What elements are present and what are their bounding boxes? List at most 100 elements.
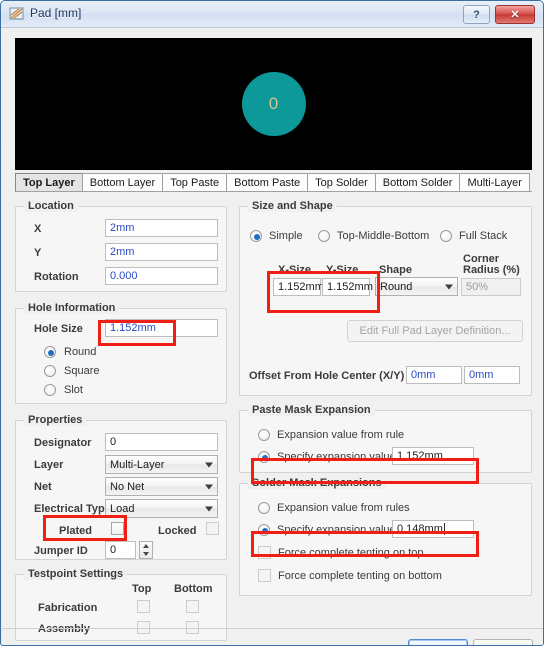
jumper-id-value: 0 bbox=[110, 544, 117, 556]
tab-bottom-solder[interactable]: Bottom Solder bbox=[374, 173, 461, 191]
locked-label: Locked bbox=[158, 525, 197, 537]
properties-group: Properties Designator 0 Layer Multi-Laye… bbox=[15, 414, 227, 560]
hole-size-label: Hole Size bbox=[34, 323, 83, 335]
ok-button[interactable]: OK bbox=[408, 639, 468, 645]
shape-header: Shape bbox=[379, 264, 413, 276]
force-tenting-top-checkbox[interactable] bbox=[258, 546, 271, 559]
stepper-down[interactable] bbox=[140, 550, 152, 558]
pad-preview-shape: 0 bbox=[241, 72, 306, 136]
stepper-up[interactable] bbox=[140, 542, 152, 550]
layer-value: Multi-Layer bbox=[110, 458, 165, 471]
paste-mask-value-input[interactable]: 1.152mm bbox=[392, 447, 474, 465]
chevron-down-icon bbox=[205, 506, 213, 511]
testpoint-assembly-label: Assembly bbox=[38, 623, 90, 635]
hole-shape-round-label: Round bbox=[64, 346, 97, 358]
tab-top-solder[interactable]: Top Solder bbox=[307, 173, 376, 191]
pad-preview: 0 bbox=[15, 38, 532, 170]
corner-radius-input[interactable]: 50% bbox=[461, 278, 521, 296]
size-and-shape-group: Size and Shape Simple Top-Middle-Bottom … bbox=[239, 200, 532, 396]
shape-combo[interactable]: Round bbox=[375, 277, 458, 296]
hole-size-input[interactable]: 1.152mm bbox=[105, 319, 218, 337]
size-mode-full-stack-label: Full Stack bbox=[459, 230, 508, 242]
force-tenting-bottom-checkbox[interactable] bbox=[258, 569, 271, 582]
corner-radius-header-line2: Radius (%) bbox=[463, 264, 520, 276]
tab-label: Top Layer bbox=[23, 176, 75, 189]
plated-label: Plated bbox=[59, 525, 93, 537]
tab-label: Multi-Layer bbox=[467, 176, 522, 189]
y-size-input[interactable]: 1.152mm bbox=[322, 278, 373, 296]
tab-label: Bottom Layer bbox=[89, 176, 156, 189]
tab-multi-layer[interactable]: Multi-Layer bbox=[459, 173, 530, 191]
tab-label: Bottom Paste bbox=[234, 176, 301, 189]
tab-bottom-paste[interactable]: Bottom Paste bbox=[226, 173, 309, 191]
force-tenting-bottom-label: Force complete tenting on bottom bbox=[278, 570, 442, 582]
hole-size-value: 1.152mm bbox=[110, 322, 156, 334]
size-mode-tmb-radio[interactable] bbox=[318, 230, 330, 242]
electrical-type-combo[interactable]: Load bbox=[105, 499, 218, 518]
layer-combo[interactable]: Multi-Layer bbox=[105, 455, 218, 474]
rotation-input[interactable]: 0.000 bbox=[105, 267, 218, 285]
title-bar: Pad [mm] ? ✕ bbox=[1, 1, 543, 28]
tab-bottom-layer[interactable]: Bottom Layer bbox=[81, 173, 164, 191]
y-label: Y bbox=[34, 247, 42, 259]
size-mode-tmb-label: Top-Middle-Bottom bbox=[337, 230, 430, 242]
hole-shape-slot-radio[interactable] bbox=[44, 384, 56, 396]
help-button[interactable]: ? bbox=[463, 5, 490, 24]
paste-mask-from-rule-radio[interactable] bbox=[258, 429, 270, 441]
designator-input[interactable]: 0 bbox=[105, 433, 218, 451]
testpoint-top-header: Top bbox=[132, 583, 152, 595]
y-size-value: 1.152mm bbox=[327, 281, 373, 293]
x-size-header: X-Size bbox=[278, 264, 312, 276]
offset-x-input[interactable]: 0mm bbox=[406, 366, 462, 384]
paste-mask-specify-label: Specify expansion value bbox=[277, 451, 396, 463]
designator-label: Designator bbox=[34, 437, 92, 449]
window-title: Pad [mm] bbox=[30, 6, 82, 20]
offset-from-hole-center-label: Offset From Hole Center (X/Y) bbox=[249, 370, 405, 382]
plated-checkbox[interactable] bbox=[111, 522, 124, 535]
corner-radius-value: 50% bbox=[466, 281, 489, 293]
solder-mask-from-rules-radio[interactable] bbox=[258, 502, 270, 514]
chevron-down-icon bbox=[143, 552, 149, 556]
size-and-shape-legend: Size and Shape bbox=[248, 200, 337, 212]
x-size-input[interactable]: 1.152mm bbox=[273, 278, 324, 296]
testpoint-fabrication-label: Fabrication bbox=[38, 602, 98, 614]
net-combo[interactable]: No Net bbox=[105, 477, 218, 496]
location-legend: Location bbox=[24, 200, 78, 212]
testpoint-legend: Testpoint Settings bbox=[24, 568, 128, 580]
properties-legend: Properties bbox=[24, 414, 87, 426]
hole-shape-round-radio[interactable] bbox=[44, 346, 56, 358]
offset-y-value: 0mm bbox=[469, 369, 494, 381]
y-input[interactable]: 2mm bbox=[105, 243, 218, 261]
rotation-value: 0.000 bbox=[110, 270, 138, 282]
x-label: X bbox=[34, 223, 42, 235]
cancel-button[interactable]: Cancel bbox=[473, 639, 533, 645]
chevron-down-icon bbox=[205, 462, 213, 467]
hole-shape-square-radio[interactable] bbox=[44, 365, 56, 377]
size-mode-full-stack-radio[interactable] bbox=[440, 230, 452, 242]
jumper-id-stepper[interactable] bbox=[139, 541, 153, 559]
paste-mask-specify-radio[interactable] bbox=[258, 451, 270, 463]
tab-top-paste[interactable]: Top Paste bbox=[162, 173, 228, 191]
close-button[interactable]: ✕ bbox=[495, 5, 535, 24]
pad-icon bbox=[9, 6, 25, 22]
x-value: 2mm bbox=[110, 222, 135, 234]
edit-full-pad-layer-definition-button[interactable]: Edit Full Pad Layer Definition... bbox=[347, 320, 523, 342]
x-input[interactable]: 2mm bbox=[105, 219, 218, 237]
size-mode-simple-radio[interactable] bbox=[250, 230, 262, 242]
locked-checkbox[interactable] bbox=[206, 522, 219, 535]
edit-button-label: Edit Full Pad Layer Definition... bbox=[359, 325, 511, 337]
solder-mask-from-rules-label: Expansion value from rules bbox=[277, 502, 410, 514]
chevron-up-icon bbox=[143, 544, 149, 548]
testpoint-fabrication-bottom-checkbox[interactable] bbox=[186, 600, 199, 613]
chevron-down-icon bbox=[445, 284, 453, 289]
offset-y-input[interactable]: 0mm bbox=[464, 366, 520, 384]
solder-mask-specify-label: Specify expansion value bbox=[277, 524, 396, 536]
tab-top-layer[interactable]: Top Layer bbox=[15, 173, 83, 191]
solder-mask-value-input[interactable]: 0.148mm bbox=[392, 520, 474, 538]
jumper-id-input[interactable]: 0 bbox=[105, 541, 136, 559]
electrical-type-label: Electrical Type bbox=[34, 503, 111, 515]
testpoint-fabrication-top-checkbox[interactable] bbox=[137, 600, 150, 613]
chevron-down-icon bbox=[205, 484, 213, 489]
y-value: 2mm bbox=[110, 246, 135, 258]
solder-mask-specify-radio[interactable] bbox=[258, 524, 270, 536]
